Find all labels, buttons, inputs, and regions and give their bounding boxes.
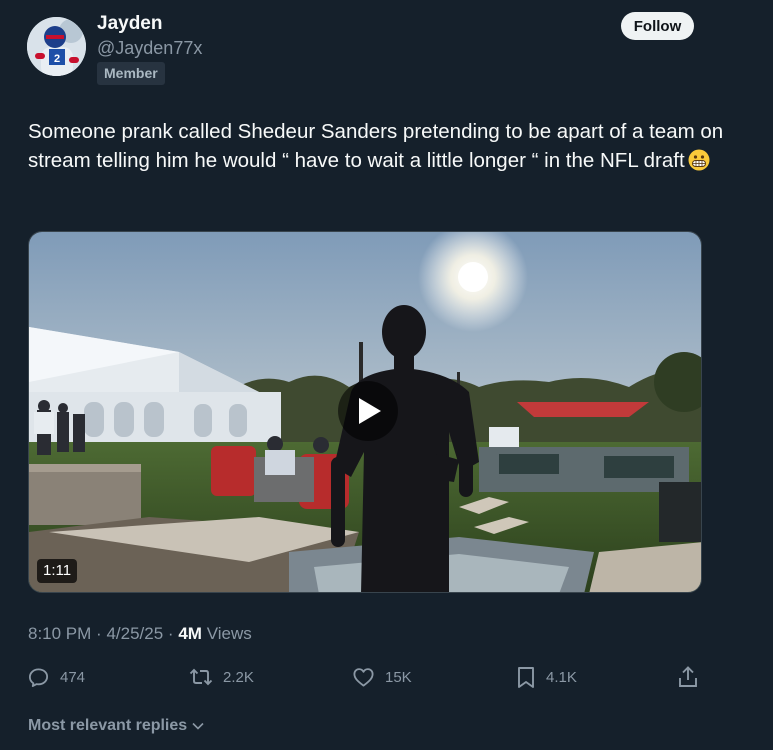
tweet-text: Someone prank called Shedeur Sanders pre… (28, 118, 728, 175)
heart-icon (353, 668, 374, 687)
meta-separator: · (96, 624, 102, 643)
reply-count: 474 (60, 668, 86, 686)
reply-button[interactable]: 474 (27, 662, 85, 692)
views-label: Views (206, 624, 252, 643)
play-button[interactable] (338, 381, 398, 441)
bookmark-icon (518, 666, 534, 688)
meta-separator: · (167, 624, 174, 643)
repost-button[interactable]: 2.2K (189, 662, 254, 692)
avatar[interactable]: 2 (27, 17, 86, 76)
author-handle[interactable]: @Jayden77x (97, 38, 202, 59)
tweet-meta: 8:10 PM · 4/25/25 · 4M Views (28, 624, 252, 644)
svg-text:2: 2 (54, 53, 60, 65)
action-bar: 474 2.2K 15K 4.1K (0, 662, 773, 692)
like-count: 15K (385, 668, 412, 686)
repost-count: 2.2K (223, 668, 254, 686)
bookmark-count: 4.1K (546, 668, 577, 686)
play-icon (359, 398, 381, 424)
grimacing-face-emoji-icon (688, 149, 710, 171)
tweet-body: Someone prank called Shedeur Sanders pre… (28, 120, 724, 172)
views-count: 4M (178, 624, 202, 643)
repost-icon (189, 668, 213, 686)
like-button[interactable]: 15K (352, 662, 412, 692)
tweet-time[interactable]: 8:10 PM (28, 624, 91, 643)
tweet-page: 2 Jayden @Jayden77x Member Follow Someon… (0, 0, 773, 750)
member-badge: Member (97, 62, 165, 85)
bookmark-button[interactable]: 4.1K (516, 662, 577, 692)
replies-sort-label: Most relevant replies (28, 717, 188, 734)
reply-icon (28, 667, 49, 687)
chevron-down-icon (192, 722, 204, 730)
video-duration: 1:11 (37, 559, 78, 583)
share-icon (679, 666, 697, 687)
share-button[interactable] (678, 662, 698, 692)
author-name[interactable]: Jayden (97, 13, 162, 35)
follow-button[interactable]: Follow (621, 12, 694, 40)
video-player[interactable]: 1:11 (28, 231, 702, 593)
tweet-date[interactable]: 4/25/25 (106, 624, 163, 643)
replies-sort-dropdown[interactable]: Most relevant replies (28, 717, 205, 735)
